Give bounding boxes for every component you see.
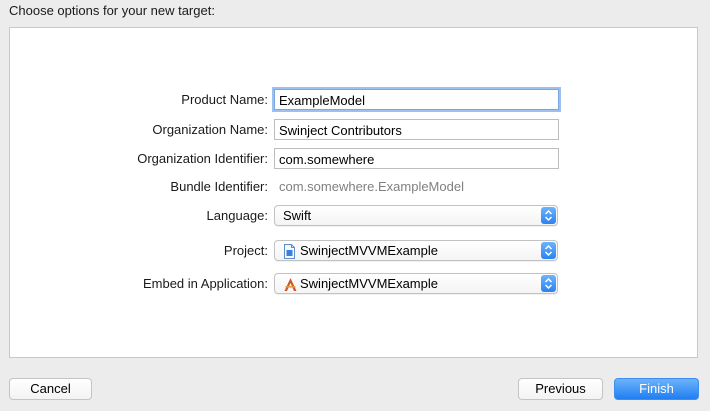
cancel-button[interactable]: Cancel <box>9 378 92 400</box>
embed-in-application-popup-value: SwinjectMVVMExample <box>300 276 438 291</box>
app-icon <box>283 277 297 292</box>
project-popup-value: SwinjectMVVMExample <box>300 243 438 258</box>
product-name-label: Product Name: <box>181 92 268 107</box>
previous-button[interactable]: Previous <box>518 378 603 400</box>
project-label: Project: <box>223 243 268 258</box>
embed-in-application-label: Embed in Application: <box>142 276 268 291</box>
dialog-title: Choose options for your new target: <box>9 3 215 18</box>
bundle-identifier-value: com.somewhere.ExampleModel <box>279 179 464 194</box>
finish-button[interactable]: Finish <box>614 378 699 400</box>
language-label: Language: <box>206 208 268 223</box>
language-popup[interactable]: Swift <box>274 205 558 226</box>
project-popup[interactable]: SwinjectMVVMExample <box>274 240 558 261</box>
organization-identifier-label: Organization Identifier: <box>137 151 268 166</box>
organization-identifier-field[interactable] <box>274 148 559 169</box>
popup-arrows-icon <box>541 207 556 224</box>
product-name-field[interactable] <box>274 89 559 110</box>
bundle-identifier-label: Bundle Identifier: <box>170 179 268 194</box>
embed-in-application-popup[interactable]: SwinjectMVVMExample <box>274 273 558 294</box>
language-popup-value: Swift <box>283 208 312 223</box>
popup-arrows-icon <box>541 275 556 292</box>
organization-name-label: Organization Name: <box>152 122 268 137</box>
project-file-icon <box>283 244 296 259</box>
popup-arrows-icon <box>541 242 556 259</box>
organization-name-field[interactable] <box>274 119 559 140</box>
